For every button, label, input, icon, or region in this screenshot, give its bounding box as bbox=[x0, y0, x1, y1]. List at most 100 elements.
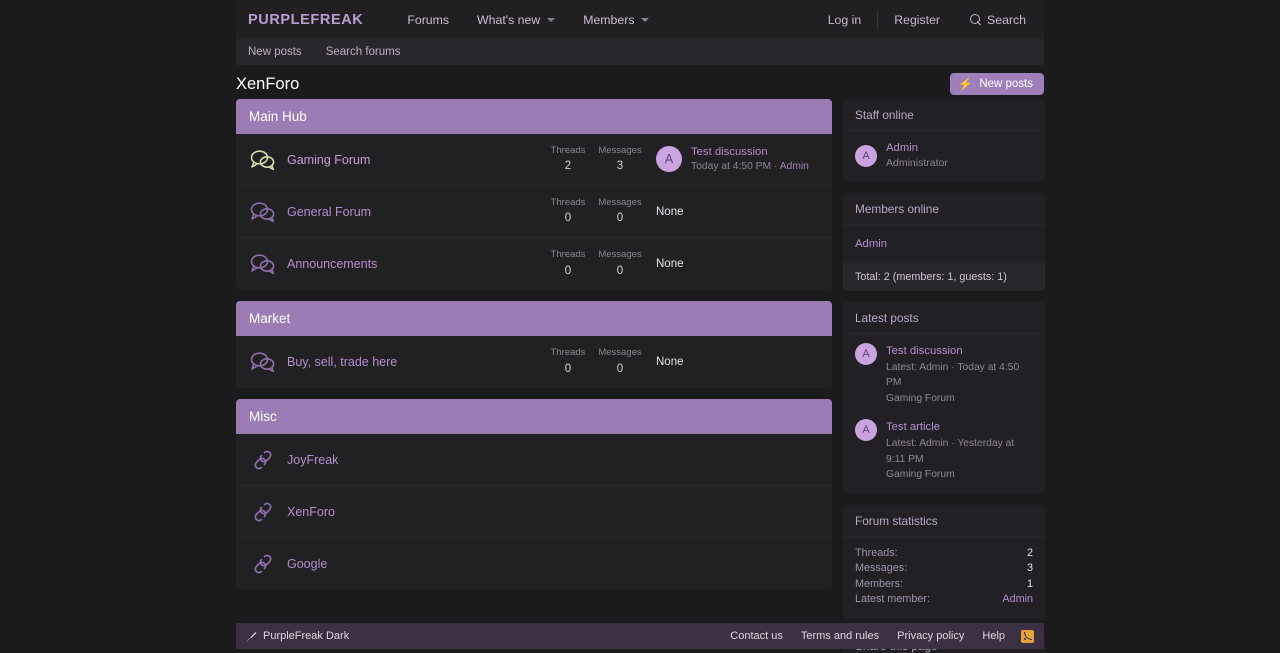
rss-icon[interactable] bbox=[1021, 630, 1034, 643]
search-icon bbox=[970, 14, 981, 25]
last-post-none: None bbox=[656, 258, 684, 270]
latest-posts-heading: Latest posts bbox=[843, 302, 1045, 334]
last-post: None bbox=[646, 356, 818, 368]
subnav-search-forums[interactable]: Search forums bbox=[314, 46, 413, 58]
last-post: None bbox=[646, 258, 818, 270]
category-body: JoyFreak XenForo Google bbox=[236, 434, 832, 590]
page-header: XenForo ⚡ New posts bbox=[236, 68, 1044, 100]
last-post: None bbox=[646, 206, 818, 218]
forum-node-row[interactable]: Gaming ForumThreads2Messages3ATest discu… bbox=[236, 134, 832, 186]
style-chooser[interactable]: PurpleFreak Dark bbox=[246, 630, 349, 642]
register-link[interactable]: Register bbox=[878, 9, 956, 31]
link-node-row[interactable]: XenForo bbox=[236, 486, 832, 538]
members-online-heading: Members online bbox=[843, 193, 1045, 225]
statistic-row: Members:1 bbox=[855, 577, 1033, 592]
style-chooser-label: PurpleFreak Dark bbox=[263, 630, 349, 642]
latest-post-forum[interactable]: Gaming Forum bbox=[886, 391, 1033, 406]
node-title[interactable]: JoyFreak bbox=[287, 453, 818, 467]
category-header[interactable]: Main Hub bbox=[236, 99, 832, 134]
node-title[interactable]: Gaming Forum bbox=[287, 153, 542, 167]
speech-bubbles-icon bbox=[250, 149, 276, 171]
user-actions: Log in Register Search bbox=[812, 0, 1044, 39]
last-post-none: None bbox=[656, 356, 684, 368]
node-title[interactable]: Buy, sell, trade here bbox=[287, 355, 542, 369]
new-posts-label: New posts bbox=[979, 78, 1033, 90]
avatar[interactable]: A bbox=[855, 419, 877, 441]
link-node-row[interactable]: JoyFreak bbox=[236, 434, 832, 486]
category-block: Main HubGaming ForumThreads2Messages3ATe… bbox=[236, 99, 832, 290]
login-link[interactable]: Log in bbox=[812, 9, 878, 31]
speech-bubbles-icon bbox=[250, 149, 276, 171]
latest-post-forum[interactable]: Gaming Forum bbox=[886, 467, 1033, 482]
node-title[interactable]: XenForo bbox=[287, 505, 818, 519]
latest-posts-list: A Test discussionLatest: Admin · Today at… bbox=[843, 334, 1045, 494]
search-button[interactable]: Search bbox=[956, 13, 1044, 27]
link-chain-icon bbox=[250, 501, 276, 523]
nav-label: Members bbox=[583, 13, 634, 27]
chevron-down-icon[interactable] bbox=[547, 18, 555, 22]
statistic-value[interactable]: Admin bbox=[1002, 593, 1033, 606]
staff-member[interactable]: A Admin Administrator bbox=[855, 140, 1033, 171]
footer-link-help[interactable]: Help bbox=[973, 630, 1014, 642]
staff-online-block: Staff online A Admin Administrator bbox=[843, 99, 1045, 182]
messages-count: 0 bbox=[594, 361, 646, 378]
link-node-row[interactable]: Google bbox=[236, 538, 832, 590]
forum-statistics-heading: Forum statistics bbox=[843, 505, 1045, 537]
forum-node-row[interactable]: General ForumThreads0Messages0None bbox=[236, 186, 832, 238]
category-header[interactable]: Misc bbox=[236, 399, 832, 434]
messages-stat: Messages0 bbox=[594, 248, 646, 280]
node-title[interactable]: Google bbox=[287, 557, 818, 571]
site-logo[interactable]: PURPLEFREAK bbox=[248, 12, 363, 28]
last-post-author[interactable]: Admin bbox=[780, 161, 809, 172]
chevron-down-icon[interactable] bbox=[641, 18, 649, 22]
link-chain-icon bbox=[250, 449, 276, 471]
messages-count: 0 bbox=[594, 263, 646, 280]
threads-count: 0 bbox=[542, 210, 594, 227]
avatar[interactable]: A bbox=[656, 146, 682, 172]
member-link[interactable]: Admin bbox=[855, 238, 887, 250]
latest-post-title[interactable]: Test article bbox=[886, 419, 1033, 436]
nav-item-whats-new[interactable]: What's new bbox=[463, 0, 569, 39]
staff-name[interactable]: Admin bbox=[886, 140, 948, 156]
avatar[interactable]: A bbox=[855, 343, 877, 365]
search-label: Search bbox=[987, 13, 1026, 27]
latest-post-text: Test discussionLatest: Admin · Today at … bbox=[886, 343, 1033, 406]
speech-bubbles-icon bbox=[250, 351, 276, 373]
footer-link-privacy-policy[interactable]: Privacy policy bbox=[888, 630, 973, 642]
sidebar: Staff online A Admin Administrator Membe… bbox=[843, 99, 1045, 653]
link-chain-icon bbox=[250, 449, 276, 471]
threads-count: 2 bbox=[542, 158, 594, 175]
footer-link-terms-and-rules[interactable]: Terms and rules bbox=[792, 630, 888, 642]
forum-node-row[interactable]: Buy, sell, trade hereThreads0Messages0No… bbox=[236, 336, 832, 388]
avatar[interactable]: A bbox=[855, 145, 877, 167]
statistic-value: 2 bbox=[1027, 547, 1033, 560]
last-post-text: Test discussionToday at 4:50 PM · Admin bbox=[691, 144, 809, 175]
category-block: Misc JoyFreak XenForo Google bbox=[236, 399, 832, 590]
statistic-row: Messages:3 bbox=[855, 561, 1033, 576]
threads-stat: Threads0 bbox=[542, 248, 594, 280]
category-body: Buy, sell, trade hereThreads0Messages0No… bbox=[236, 336, 832, 388]
nav-label: Forums bbox=[407, 13, 449, 27]
nav-item-members[interactable]: Members bbox=[569, 0, 663, 39]
nav-item-forums[interactable]: Forums bbox=[393, 0, 463, 39]
latest-post-title[interactable]: Test discussion bbox=[886, 343, 1033, 360]
subnav-new-posts[interactable]: New posts bbox=[236, 46, 314, 58]
last-post-title[interactable]: Test discussion bbox=[691, 144, 809, 160]
speech-bubbles-icon bbox=[250, 351, 276, 373]
main-nav: Forums What's new Members bbox=[393, 0, 663, 39]
latest-post-meta: Latest: Admin · Today at 4:50 PM bbox=[886, 360, 1033, 391]
category-header[interactable]: Market bbox=[236, 301, 832, 336]
statistic-row: Threads:2 bbox=[855, 546, 1033, 561]
members-online-total: Total: 2 (members: 1, guests: 1) bbox=[843, 263, 1045, 291]
new-posts-button[interactable]: ⚡ New posts bbox=[950, 73, 1044, 95]
latest-post-item[interactable]: A Test discussionLatest: Admin · Today at… bbox=[855, 343, 1033, 406]
node-title[interactable]: General Forum bbox=[287, 205, 542, 219]
lightning-bolt-icon: ⚡ bbox=[958, 78, 973, 90]
threads-count: 0 bbox=[542, 361, 594, 378]
node-title[interactable]: Announcements bbox=[287, 257, 542, 271]
latest-post-text: Test articleLatest: Admin · Yesterday at… bbox=[886, 419, 1033, 482]
forum-node-row[interactable]: AnnouncementsThreads0Messages0 None bbox=[236, 238, 832, 290]
footer-link-contact-us[interactable]: Contact us bbox=[721, 630, 792, 642]
node-list: Main HubGaming ForumThreads2Messages3ATe… bbox=[236, 99, 832, 601]
latest-post-item[interactable]: A Test articleLatest: Admin · Yesterday a… bbox=[855, 419, 1033, 482]
